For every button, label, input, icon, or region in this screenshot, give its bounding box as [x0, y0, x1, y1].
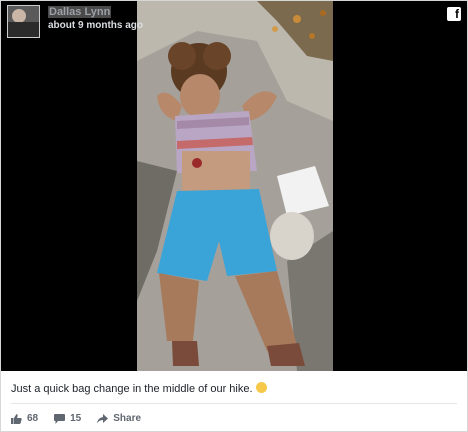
post-video[interactable]: Dallas Lynn about 9 months ago f	[1, 1, 467, 371]
like-button[interactable]: 68	[11, 413, 38, 424]
comment-count: 15	[70, 413, 82, 424]
author-meta: Dallas Lynn about 9 months ago	[48, 5, 143, 32]
facebook-icon[interactable]: f	[447, 7, 461, 21]
laughing-emoji-icon	[255, 382, 267, 393]
post-actions: 68 15 Share	[11, 413, 157, 424]
divider	[11, 403, 457, 404]
thumbs-up-icon	[11, 413, 22, 424]
like-count: 68	[27, 413, 39, 424]
author-name[interactable]: Dallas Lynn	[48, 6, 112, 18]
author-avatar[interactable]	[7, 5, 40, 38]
video-frame-image	[137, 1, 333, 371]
post-timestamp[interactable]: about 9 months ago	[48, 20, 143, 32]
caption-text: Just a quick bag change in the middle of…	[11, 383, 253, 395]
comment-icon	[54, 413, 66, 424]
comment-button[interactable]: 15	[54, 413, 81, 424]
share-label: Share	[113, 413, 142, 424]
post-header: Dallas Lynn about 9 months ago	[7, 5, 143, 39]
social-post-card: Dallas Lynn about 9 months ago f Just a …	[0, 0, 468, 432]
share-icon	[97, 413, 109, 423]
post-caption: Just a quick bag change in the middle of…	[11, 382, 267, 395]
share-button[interactable]: Share	[97, 413, 141, 424]
